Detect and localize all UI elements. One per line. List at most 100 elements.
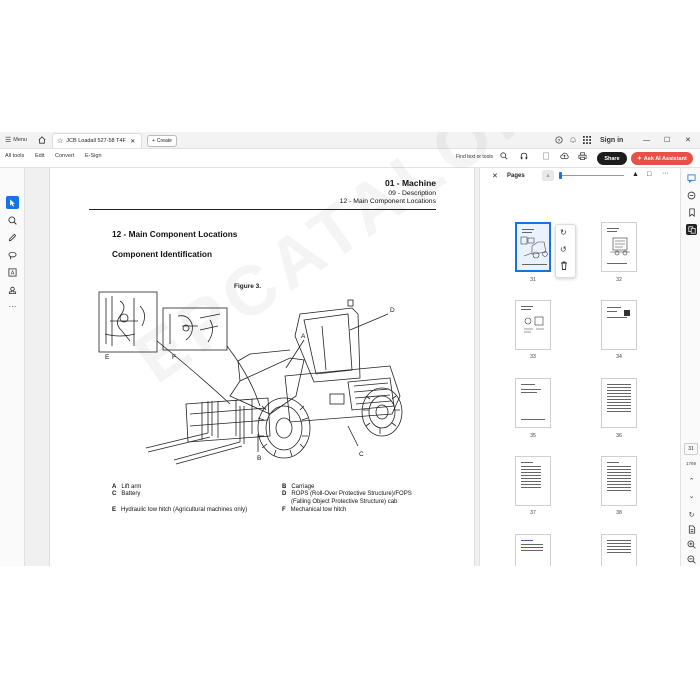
callout-c: C xyxy=(359,451,364,458)
pdf-page: EPCATALO.COM 01 - Machine 09 - Descripti… xyxy=(49,132,681,566)
legend-item-c: C Battery xyxy=(112,491,141,497)
zoom-out-icon[interactable] xyxy=(686,554,697,565)
page-number: 38 xyxy=(616,510,622,516)
title-bar: ☰ Menu ☆ JCB Loadall 527-58 T4F ... ✕ + … xyxy=(0,132,700,149)
svg-text:A: A xyxy=(11,271,15,277)
menu-esign[interactable]: E-Sign xyxy=(85,153,102,159)
save-file-icon[interactable] xyxy=(686,524,697,535)
page-thumbnail-38[interactable] xyxy=(601,456,637,506)
page-number: 34 xyxy=(616,354,622,360)
page-subtitle: Component Identification xyxy=(112,249,213,259)
ai-chat-icon[interactable] xyxy=(686,190,697,201)
page-number: 35 xyxy=(530,433,536,439)
bookmark-icon[interactable] xyxy=(686,207,697,218)
page-thumbnail-33[interactable] xyxy=(515,300,551,350)
page-thumbnail-35[interactable] xyxy=(515,378,551,428)
callout-b: B xyxy=(257,455,261,462)
callout-a: A xyxy=(301,333,306,340)
legend-item-d-continued: (Falling Object Protective Structure) ca… xyxy=(291,499,398,505)
subsection-heading: 09 - Description xyxy=(388,190,436,197)
stamp-icon[interactable] xyxy=(6,284,19,297)
comment-icon[interactable] xyxy=(686,173,697,184)
annotate-pen-icon[interactable] xyxy=(6,231,19,244)
apps-grid-icon[interactable] xyxy=(583,132,591,148)
zoom-in-icon[interactable] xyxy=(686,539,697,550)
document-icon[interactable] xyxy=(542,152,550,162)
detail-label-e: E xyxy=(105,354,110,361)
ask-ai-assistant-button[interactable]: ✦ Ask AI Assistant xyxy=(631,152,693,165)
page-thumbnail-39[interactable] xyxy=(515,534,551,566)
total-pages: 1769 xyxy=(685,461,696,466)
next-page-icon[interactable]: ⌄ xyxy=(686,490,697,501)
page-number: 31 xyxy=(530,277,536,283)
menu-bar: All tools Edit Convert E-Sign Find text … xyxy=(0,149,700,168)
refresh-icon[interactable]: ↻ xyxy=(686,509,697,520)
page-thumbnail-37[interactable] xyxy=(515,456,551,506)
menu-button[interactable]: ☰ Menu xyxy=(5,132,27,148)
page-thumbnail-34[interactable] xyxy=(601,300,637,350)
legend-item-d: D ROPS (Roll-Over Protective Structure)/F… xyxy=(282,491,412,497)
subsubsection-heading: 12 - Main Component Locations xyxy=(339,198,436,205)
insert-page-icon[interactable]: □ xyxy=(647,171,651,178)
acrobat-window: ☰ Menu ☆ JCB Loadall 527-58 T4F ... ✕ + … xyxy=(0,132,700,566)
print-icon[interactable] xyxy=(578,152,587,162)
document-tab[interactable]: ☆ JCB Loadall 527-58 T4F ... ✕ xyxy=(52,133,142,148)
help-icon[interactable]: ? xyxy=(555,132,563,148)
zoom-in-thumbnails-icon[interactable]: ▲ xyxy=(632,171,639,178)
slider-handle[interactable] xyxy=(559,172,562,179)
menu-edit[interactable]: Edit xyxy=(35,153,44,159)
more-tools-icon[interactable]: ··· xyxy=(6,300,19,313)
thumbnail-context-menu: ↻ ↺ xyxy=(555,224,576,278)
header-divider xyxy=(89,209,436,210)
page-thumbnail-36[interactable] xyxy=(601,378,637,428)
upload-cloud-icon[interactable] xyxy=(560,152,569,162)
maximize-button[interactable]: ☐ xyxy=(664,132,670,148)
page-thumbnail-40[interactable] xyxy=(601,534,637,566)
minimize-button[interactable]: — xyxy=(643,132,650,148)
page-number: 37 xyxy=(530,510,536,516)
current-page-input[interactable]: 31 xyxy=(684,443,698,455)
detail-label-f: F xyxy=(172,354,176,361)
svg-text:?: ? xyxy=(558,138,561,144)
telehandler-illustration: E F A B C D xyxy=(98,291,403,465)
draw-lasso-icon[interactable] xyxy=(6,249,19,262)
select-cursor-icon[interactable] xyxy=(6,196,19,209)
close-window-button[interactable]: ✕ xyxy=(685,132,691,148)
section-heading: 01 - Machine xyxy=(384,178,436,188)
document-viewport[interactable]: EPCATALO.COM 01 - Machine 09 - Descripti… xyxy=(25,132,681,566)
page-title: 12 - Main Component Locations xyxy=(112,229,238,239)
star-icon[interactable]: ☆ xyxy=(57,137,63,145)
share-button[interactable]: Share xyxy=(597,152,627,165)
legend-item-a: A Lift arm xyxy=(112,484,142,490)
left-toolbar: A ··· xyxy=(0,168,25,566)
page-thumbnails-icon[interactable] xyxy=(686,224,697,235)
notifications-icon[interactable] xyxy=(569,132,577,148)
home-icon[interactable] xyxy=(38,132,46,148)
read-aloud-icon[interactable] xyxy=(520,152,528,162)
create-button[interactable]: + Create xyxy=(147,135,177,147)
page-thumbnail-31[interactable] xyxy=(515,222,551,272)
text-box-icon[interactable]: A xyxy=(6,266,19,279)
right-rail: 31 1769 ⌃ ⌄ ↻ xyxy=(680,168,700,566)
menu-convert[interactable]: Convert xyxy=(55,153,74,159)
close-panel-icon[interactable]: ✕ xyxy=(492,172,498,180)
previous-page-icon[interactable]: ⌃ xyxy=(686,475,697,486)
rotate-clockwise-icon[interactable]: ↻ xyxy=(560,228,567,237)
more-options-icon[interactable]: ··· xyxy=(662,170,669,177)
legend-item-e: E Hydraulic tow hitch (Agricultural machi… xyxy=(112,507,248,513)
thumbnail-size-slider[interactable] xyxy=(559,172,624,179)
rotate-counterclockwise-icon[interactable]: ↺ xyxy=(560,245,567,254)
sign-in-link[interactable]: Sign in xyxy=(600,132,623,148)
page-number: 33 xyxy=(530,354,536,360)
menu-all-tools[interactable]: All tools xyxy=(5,153,24,159)
plus-icon: + xyxy=(152,138,155,144)
close-tab-icon[interactable]: ✕ xyxy=(130,138,135,145)
legend-item-f: F Mechanical tow hitch xyxy=(282,507,347,513)
delete-page-icon[interactable] xyxy=(560,261,568,272)
zoom-out-thumbnails-icon[interactable]: ▲ xyxy=(542,170,554,181)
pages-panel-title: Pages xyxy=(507,173,525,179)
legend-item-b: B Carriage xyxy=(282,484,315,490)
page-number: 32 xyxy=(616,277,622,283)
page-thumbnail-32[interactable] xyxy=(601,222,637,272)
zoom-tool-icon[interactable] xyxy=(6,214,19,227)
